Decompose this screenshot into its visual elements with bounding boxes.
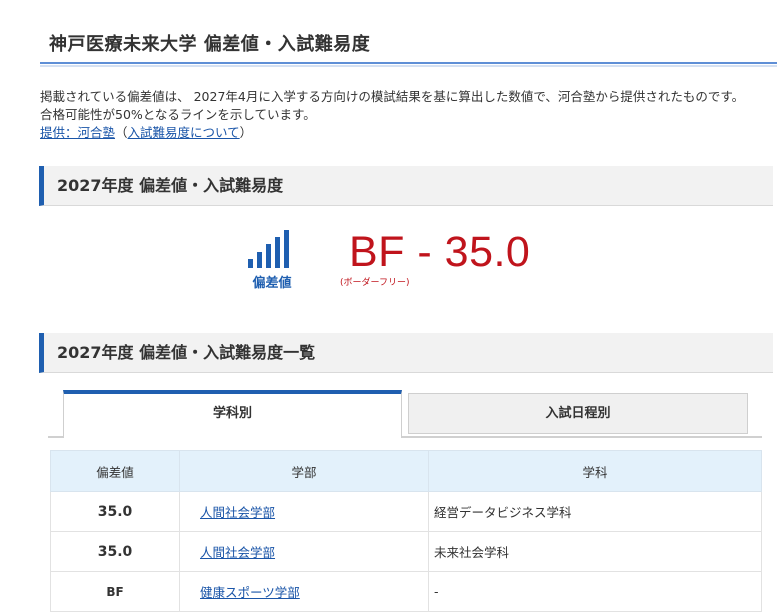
- deviation-table: 偏差値 学部 学科 35.0 人間社会学部 経営データビジネス学科 35.0 人…: [50, 450, 762, 612]
- faculty-link[interactable]: 人間社会学部: [200, 545, 275, 560]
- intro-line-2: 合格可能性が50%となるラインを示しています。: [40, 107, 316, 122]
- faculty-link[interactable]: 人間社会学部: [200, 505, 275, 520]
- faculty-link[interactable]: 健康スポーツ学部: [200, 585, 300, 600]
- tab-bar: 学科別 入試日程別: [48, 390, 762, 438]
- section-title-difficulty: 2027年度 偏差値・入試難易度: [57, 176, 284, 195]
- table-row: BF 健康スポーツ学部 -: [50, 571, 762, 612]
- tab-by-department[interactable]: 学科別: [63, 390, 402, 438]
- intro-text: 掲載されている偏差値は、 2027年4月に入学する方向けの模試結果を基に算出した…: [40, 88, 777, 142]
- section-header-difficulty: 2027年度 偏差値・入試難易度: [39, 166, 773, 206]
- table-row: 35.0 人間社会学部 未来社会学科: [50, 531, 762, 572]
- intro-line-1: 掲載されている偏差値は、 2027年4月に入学する方向けの模試結果を基に算出した…: [40, 89, 745, 104]
- section-header-list: 2027年度 偏差値・入試難易度一覧: [39, 333, 773, 373]
- bar-chart-icon: [246, 230, 296, 268]
- borderfree-note: (ボーダーフリー): [340, 278, 410, 288]
- table-header-row: 偏差値 学部 学科: [50, 450, 762, 492]
- title-underline: [40, 62, 777, 67]
- header-department: 学科: [428, 450, 762, 492]
- page-title: 神戸医療未来大学 偏差値・入試難易度: [49, 34, 371, 55]
- header-deviation: 偏差値: [50, 450, 180, 492]
- deviation-score: BF - 35.0: [349, 228, 531, 276]
- row-score: 35.0: [50, 531, 180, 572]
- paren-open: （: [115, 125, 128, 140]
- paren-close: ）: [239, 125, 253, 140]
- row-score: 35.0: [50, 491, 180, 532]
- row-score: BF: [50, 571, 180, 612]
- deviation-meter: 偏差値: [246, 230, 298, 291]
- intro-links: 提供：河合塾（入試難易度について）: [40, 124, 777, 142]
- department-name: -: [428, 571, 762, 612]
- section-title-list: 2027年度 偏差値・入試難易度一覧: [57, 343, 316, 362]
- department-name: 未来社会学科: [428, 531, 762, 572]
- deviation-label: 偏差値: [252, 276, 292, 291]
- department-name: 経営データビジネス学科: [428, 491, 762, 532]
- tab-by-schedule[interactable]: 入試日程別: [408, 393, 748, 434]
- header-faculty: 学部: [179, 450, 429, 492]
- about-difficulty-link[interactable]: 入試難易度について: [128, 125, 240, 140]
- table-row: 35.0 人間社会学部 経営データビジネス学科: [50, 491, 762, 532]
- provider-link[interactable]: 提供：河合塾: [40, 125, 115, 140]
